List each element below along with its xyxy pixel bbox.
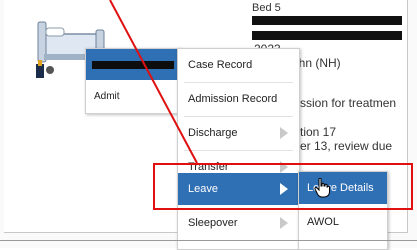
divider xyxy=(0,240,417,241)
menu-item-label: Case Record xyxy=(188,59,253,71)
menu-item-discharge[interactable]: Discharge xyxy=(178,117,299,150)
screen: Bed 5 2023 ING, John (NH) ssion for trea… xyxy=(0,0,417,250)
bed-title: Bed 5 xyxy=(252,2,281,14)
admit-menu-item[interactable]: Admit xyxy=(94,91,120,102)
bed-info-ward: tion 17 xyxy=(300,125,337,139)
annotation-highlight-box xyxy=(153,163,413,210)
patient-header[interactable] xyxy=(86,49,180,80)
redacted-text xyxy=(92,61,174,69)
bed-info-review: er 13, review due xyxy=(300,139,393,153)
redacted-text xyxy=(252,31,402,40)
menu-item-label: Discharge xyxy=(188,127,238,139)
menu-item-admission-record[interactable]: Admission Record xyxy=(178,83,299,116)
menu-item-case-record[interactable]: Case Record xyxy=(178,49,299,82)
menu-item-awol[interactable]: AWOL xyxy=(299,206,387,237)
actions-menu: Case Record Admission Record Discharge T… xyxy=(177,48,300,250)
redacted-text xyxy=(252,16,402,25)
submenu-arrow-icon xyxy=(280,127,288,139)
bed-info-admission: ssion for treatmen xyxy=(300,96,397,110)
menu-item-sleepover[interactable]: Sleepover xyxy=(178,207,299,240)
submenu-arrow-icon xyxy=(280,217,288,229)
menu-item-label: Admission Record xyxy=(188,93,278,105)
menu-item-label: Sleepover xyxy=(188,217,238,229)
bed-context-menu: Admit xyxy=(85,48,181,114)
menu-item-label: AWOL xyxy=(307,216,339,228)
